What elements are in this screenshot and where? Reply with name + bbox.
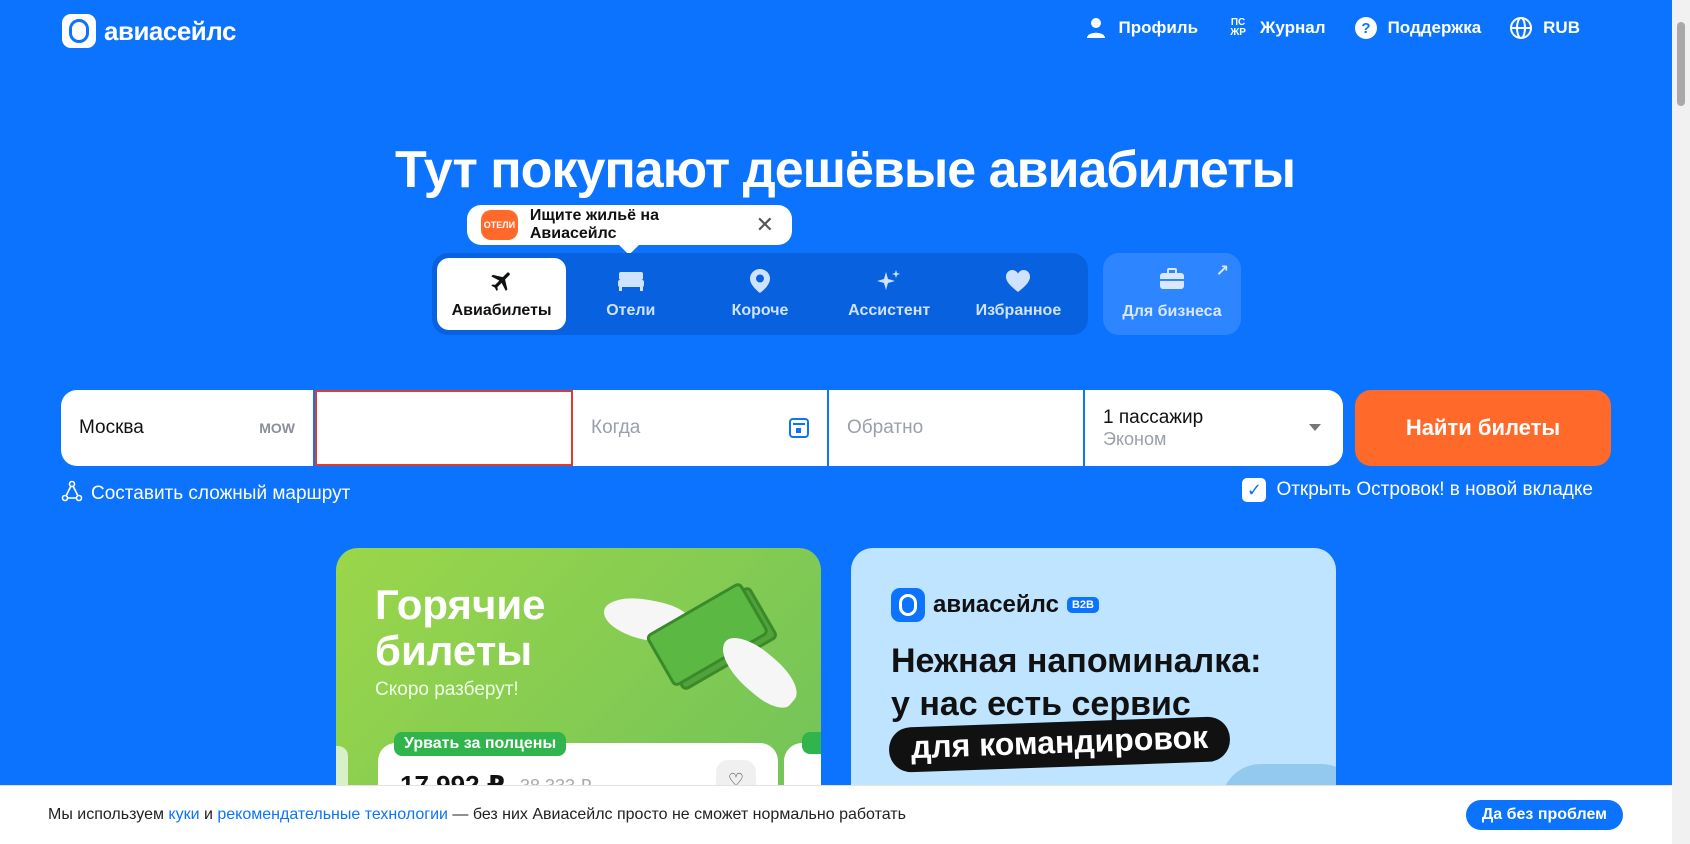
tab-assistant[interactable]: Ассистент [825,258,954,330]
next-offer-tag [802,732,821,754]
origin-field[interactable]: Москва MOW [61,390,315,466]
calendar-icon[interactable] [789,418,809,438]
hotels-badge-icon: ОТЕЛИ [481,210,518,240]
hot-tickets-title: Горячие билеты [375,581,546,674]
nav-profile-label: Профиль [1118,18,1199,37]
hotels-promo-tooltip[interactable]: ОТЕЛИ Ищите жильё на Авиасейлс ✕ [467,205,792,245]
nav-support-label: Поддержка [1387,18,1482,37]
logo-text: авиасейлс [104,15,236,46]
nav-support[interactable]: ? Поддержка [1354,16,1482,40]
tab-short-label: Короче [731,302,789,319]
b2b-logo-text: авиасейлс [933,591,1059,618]
b2b-logo: авиасейлс B2B [891,588,1099,622]
flying-money-illustration [600,564,807,717]
nav-journal[interactable]: ПС ЖР Журнал [1226,16,1326,40]
cookie-text: Мы используем куки и рекомендательные те… [48,806,906,823]
svg-text:?: ? [1361,20,1370,37]
top-nav: Профиль ПС ЖР Журнал ? Поддержка RUB [1084,16,1580,40]
external-link-icon: ↗ [1215,263,1229,280]
open-new-tab-label: Открыть Островок! в новой вкладке [1276,479,1593,500]
chevron-down-icon [1309,424,1321,431]
service-tabs: Авиабилеты Отели Короче Ассистент Избран… [432,253,1088,335]
b2b-badge: B2B [1066,597,1099,613]
offer-tag: Урвать за полцены [394,732,567,756]
travel-class: Эконом [1103,428,1167,449]
briefcase-icon [1159,267,1185,295]
cookies-link[interactable]: куки [168,806,199,823]
bed-icon [617,268,645,294]
checkbox[interactable]: ✓ [1242,478,1267,502]
user-icon [1084,16,1108,40]
return-date-placeholder: Обратно [847,417,924,438]
destination-field[interactable] [315,390,573,466]
nav-currency-label: RUB [1543,18,1580,37]
passengers-count: 1 пассажир [1103,406,1204,428]
scrollbar-thumb[interactable] [1677,22,1685,106]
tab-favorites[interactable]: Избранное [954,258,1083,330]
scrollbar[interactable] [1672,0,1690,844]
depart-date-field[interactable]: Когда [573,390,829,466]
page-title: Тут покупают дешёвые авиабилеты [395,141,1296,199]
cookie-banner: Мы используем куки и рекомендательные те… [0,785,1672,844]
logo[interactable]: авиасейлс [62,14,236,48]
open-new-tab-option[interactable]: ✓ Открыть Островок! в новой вкладке [1242,478,1593,502]
tab-flights[interactable]: Авиабилеты [437,258,567,330]
tab-short[interactable]: Короче [695,258,824,330]
tooltip-text: Ищите жильё на Авиасейлс [529,207,659,242]
tab-assistant-label: Ассистент [848,302,931,319]
globe-icon [1509,16,1533,40]
location-pin-icon [749,268,771,294]
passengers-field[interactable]: 1 пассажир Эконом [1085,390,1343,466]
tab-business[interactable]: ↗ Для бизнеса [1103,253,1241,335]
complex-route-link[interactable]: Составить сложный маршрут [61,480,350,508]
plane-icon [489,268,515,294]
search-form: Москва MOW Когда Обратно 1 пассажир Экон… [61,390,1343,466]
hot-tickets-subtitle: Скоро разберут! [375,679,519,700]
nav-currency[interactable]: RUB [1509,16,1580,40]
recommendation-tech-link[interactable]: рекомендательные технологии [217,806,448,823]
b2b-headline: Нежная напоминалка: у нас есть сервис [891,642,1262,723]
tab-flights-label: Авиабилеты [451,302,552,319]
help-icon: ? [1354,16,1378,40]
tab-hotels-label: Отели [606,302,656,319]
heart-icon [1005,268,1031,294]
tab-business-label: Для бизнеса [1122,302,1222,320]
nav-journal-label: Журнал [1260,18,1326,37]
logo-icon [891,588,925,622]
route-icon [61,480,83,508]
close-icon[interactable]: ✕ [756,212,774,238]
origin-value: Москва [79,417,144,438]
tab-favorites-label: Избранное [975,302,1062,319]
accept-cookies-button[interactable]: Да без проблем [1465,800,1623,830]
tab-hotels[interactable]: Отели [566,258,695,330]
journal-icon: ПС ЖР [1230,17,1246,38]
depart-date-placeholder: Когда [591,417,641,438]
page: авиасейлс Профиль ПС ЖР Журнал ? Поддерж… [0,0,1672,844]
origin-code: MOW [259,420,295,436]
logo-icon [62,14,96,48]
sparkles-icon [876,268,902,294]
return-date-field[interactable]: Обратно [829,390,1085,466]
find-tickets-button[interactable]: Найти билеты [1355,390,1611,466]
complex-route-label: Составить сложный маршрут [91,483,351,504]
nav-profile[interactable]: Профиль [1084,16,1198,40]
